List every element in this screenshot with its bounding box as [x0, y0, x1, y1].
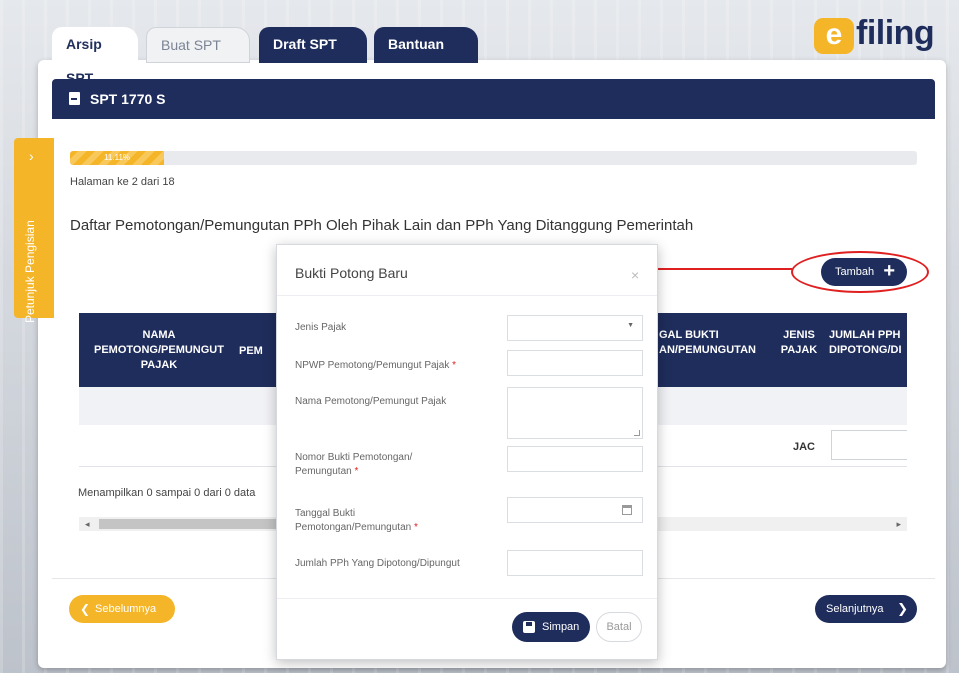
- scroll-left-icon[interactable]: ◂: [85, 517, 90, 531]
- jumlah-pph-input[interactable]: [507, 550, 643, 576]
- save-icon: [523, 621, 535, 633]
- tab-bantuan[interactable]: Bantuan: [374, 27, 478, 63]
- sidetab-label: Petunjuk Pengisian: [23, 220, 37, 323]
- th-jenis-pajak: JENIS PAJAK: [780, 329, 818, 356]
- selanjutnya-label: Selanjutnya: [826, 603, 884, 615]
- th-jumlah-pph: JUMLAH PPH DIPOTONG/DI: [829, 329, 902, 356]
- modal-footer-divider: [277, 598, 657, 599]
- bukti-potong-modal: Bukti Potong Baru × Jenis Pajak ▼ NPWP P…: [276, 244, 658, 660]
- jenis-pajak-label: Jenis Pajak: [295, 321, 346, 335]
- tanggal-bukti-label: Tanggal Bukti Pemotongan/Pemungutan *: [295, 508, 418, 533]
- jumlah-pph-label: Jumlah PPh Yang Dipotong/Dipungut: [295, 557, 460, 571]
- nomor-bukti-input[interactable]: [507, 446, 643, 472]
- tanggal-bukti-input[interactable]: [507, 497, 643, 523]
- scroll-thumb[interactable]: [99, 519, 279, 529]
- batal-button[interactable]: Batal: [596, 612, 642, 642]
- logo-text: filing: [856, 14, 935, 52]
- npwp-input[interactable]: [507, 350, 643, 376]
- section-title: Daftar Pemotongan/Pemungutan PPh Oleh Pi…: [70, 217, 694, 234]
- document-icon: [69, 92, 80, 105]
- selanjutnya-button[interactable]: Selanjutnya ❯: [815, 595, 917, 623]
- chevron-left-icon: ❮: [80, 602, 91, 616]
- label-text: Jumlah PPh Yang Dipotong/Dipungut: [295, 558, 460, 569]
- page-indicator: Halaman ke 2 dari 18: [70, 176, 175, 188]
- chevron-right-icon: ›: [29, 148, 34, 164]
- petunjuk-pengisian-tab[interactable]: › Petunjuk Pengisian: [14, 138, 54, 323]
- logo-mark: e: [814, 18, 854, 54]
- npwp-label: NPWP Pemotong/Pemungut Pajak *: [295, 360, 457, 371]
- nama-pemotong-textarea[interactable]: [507, 387, 643, 439]
- efiling-logo: e filing: [814, 14, 954, 56]
- simpan-button[interactable]: Simpan: [512, 612, 590, 642]
- label-text: NPWP Pemotong/Pemungut Pajak: [295, 360, 450, 371]
- progress-fill: 11.11%: [70, 151, 165, 165]
- form-header: SPT 1770 S: [52, 79, 935, 119]
- label-text: Jenis Pajak: [295, 322, 347, 333]
- scroll-right-icon[interactable]: ▸: [896, 517, 901, 531]
- nama-pemotong-label: Nama Pemotong/Pemungut Pajak: [295, 395, 446, 409]
- chevron-right-icon: ❯: [897, 601, 908, 616]
- tab-arsip-spt[interactable]: Arsip SPT: [52, 27, 138, 86]
- close-icon[interactable]: ×: [631, 267, 639, 283]
- tab-draft-spt[interactable]: Draft SPT: [259, 27, 367, 63]
- annotation-ellipse: [791, 251, 929, 293]
- jac-total-field: [831, 430, 907, 460]
- form-title: SPT 1770 S: [90, 91, 166, 107]
- sebelumnya-button[interactable]: ❮ Sebelumnya: [69, 595, 175, 623]
- modal-divider: [277, 295, 657, 296]
- modal-title: Bukti Potong Baru: [295, 265, 408, 281]
- th-nama-pemotong: NAMA PEMOTONG/PEMUNGUT PAJAK: [94, 329, 224, 371]
- jenis-pajak-select[interactable]: ▼: [507, 315, 643, 341]
- showing-text: Menampilkan 0 sampai 0 dari 0 data: [78, 487, 256, 499]
- calendar-icon[interactable]: [622, 505, 632, 515]
- tab-buat-spt[interactable]: Buat SPT: [146, 27, 250, 63]
- jac-label: JAC: [793, 441, 816, 453]
- label-text: Nama Pemotong/Pemungut Pajak: [295, 396, 447, 407]
- progress-bar: 11.11%: [70, 151, 917, 165]
- label-text: Tanggal Bukti Pemotongan/Pemungutan: [295, 508, 412, 533]
- nomor-bukti-label: Nomor Bukti Pemotongan/ Pemungutan *: [295, 452, 413, 477]
- sebelumnya-label: Sebelumnya: [95, 603, 157, 615]
- dropdown-arrow-icon: ▼: [627, 322, 634, 329]
- th-tanggal-bukti: GAL BUKTI AN/PEMUNGUTAN: [659, 329, 756, 356]
- simpan-label: Simpan: [542, 621, 580, 633]
